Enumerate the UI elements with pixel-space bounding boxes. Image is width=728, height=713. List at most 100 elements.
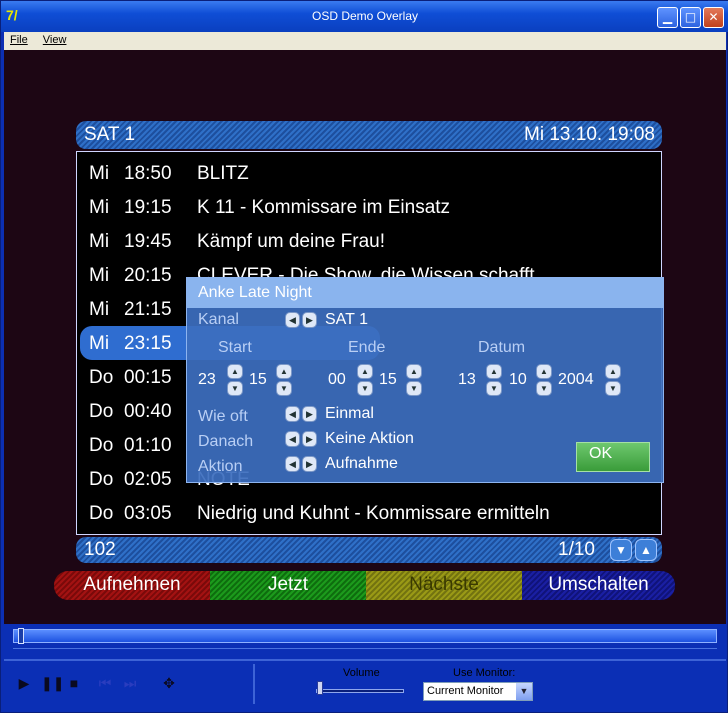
row-time: 23:15 — [124, 333, 172, 354]
left-arrow-icon[interactable]: ◀ — [285, 406, 300, 422]
play-icon[interactable]: ▶ — [15, 674, 33, 692]
monitor-value: Current Monitor — [427, 685, 504, 697]
row-title: Kämpf um deine Frau! — [197, 231, 385, 252]
minimize-button[interactable]: ▁ — [657, 7, 678, 28]
ende-hour-spinner[interactable]: ▲ ▼ — [357, 364, 373, 396]
page-down-icon[interactable]: ▼ — [610, 539, 632, 561]
start-minute: 15 — [249, 371, 267, 388]
row-time: 00:15 — [124, 367, 172, 388]
epg-footer: 102 1/10 ▼ ▲ — [76, 537, 662, 563]
pause-icon[interactable]: ❚❚ — [41, 674, 64, 692]
datum-year: 2004 — [558, 371, 594, 388]
previous-icon[interactable]: ⏮ — [96, 674, 114, 692]
down-arrow-icon[interactable]: ▼ — [605, 381, 621, 396]
menu-bar: File View — [4, 32, 726, 50]
up-arrow-icon[interactable]: ▲ — [227, 364, 243, 379]
right-arrow-icon[interactable]: ▶ — [302, 406, 317, 422]
dialog-title: Anke Late Night — [187, 278, 663, 308]
right-arrow-icon[interactable]: ▶ — [302, 456, 317, 472]
channel-name: SAT 1 — [84, 124, 136, 145]
up-arrow-icon[interactable]: ▲ — [605, 364, 621, 379]
menu-view[interactable]: View — [37, 32, 73, 46]
down-arrow-icon[interactable]: ▼ — [486, 381, 502, 396]
divider — [4, 659, 726, 661]
down-arrow-icon[interactable]: ▼ — [406, 381, 422, 396]
row-time: 21:15 — [124, 299, 172, 320]
wieoft-value: Einmal — [325, 405, 374, 422]
row-title: BLITZ — [197, 163, 249, 184]
wieoft-label: Wie oft — [198, 408, 248, 425]
up-arrow-icon[interactable]: ▲ — [276, 364, 292, 379]
datum-label: Datum — [478, 339, 526, 356]
close-button[interactable]: ✕ — [703, 7, 724, 28]
next-button[interactable]: Nächste — [366, 571, 522, 600]
up-arrow-icon[interactable]: ▲ — [486, 364, 502, 379]
right-arrow-icon[interactable]: ▶ — [302, 312, 317, 328]
channel-number: 102 — [84, 539, 116, 560]
switch-button[interactable]: Umschalten — [522, 571, 675, 600]
right-arrow-icon[interactable]: ▶ — [302, 431, 317, 447]
timer-dialog: Anke Late Night Kanal ◀ ▶ SAT 1 Start End… — [186, 277, 664, 483]
row-time: 00:40 — [124, 401, 172, 422]
up-arrow-icon[interactable]: ▲ — [536, 364, 552, 379]
ende-minute: 15 — [379, 371, 397, 388]
row-day: Do — [89, 435, 114, 456]
player-controls: ▶ ❚❚ ■ ⏮ ⏭ ✥ Volume Use Monitor: Current… — [4, 624, 726, 711]
wieoft-selector[interactable]: ◀ ▶ — [285, 406, 317, 422]
monitor-select[interactable]: Current Monitor ▼ — [423, 682, 533, 701]
datum-year-spinner[interactable]: ▲ ▼ — [605, 364, 621, 396]
danach-selector[interactable]: ◀ ▶ — [285, 431, 317, 447]
title-bar[interactable]: 7/ OSD Demo Overlay ▁ □ ✕ — [1, 1, 728, 32]
down-arrow-icon[interactable]: ▼ — [536, 381, 552, 396]
page-up-icon[interactable]: ▲ — [635, 539, 657, 561]
stop-icon[interactable]: ■ — [65, 674, 83, 692]
left-arrow-icon[interactable]: ◀ — [285, 431, 300, 447]
down-arrow-icon[interactable]: ▼ — [227, 381, 243, 396]
row-time: 19:15 — [124, 197, 172, 218]
volume-track[interactable] — [316, 689, 404, 693]
maximize-button[interactable]: □ — [680, 7, 701, 28]
ok-button[interactable]: OK — [576, 442, 650, 472]
seek-thumb[interactable] — [18, 628, 24, 644]
seek-bar[interactable] — [13, 628, 717, 644]
row-day: Mi — [89, 197, 110, 218]
pan-icon[interactable]: ✥ — [160, 674, 178, 692]
program-row[interactable]: Mi 19:45 Kämpf um deine Frau! — [77, 224, 661, 258]
danach-value: Keine Aktion — [325, 430, 414, 447]
down-arrow-icon[interactable]: ▼ — [357, 381, 373, 396]
window-title: OSD Demo Overlay — [311, 9, 419, 23]
kanal-selector[interactable]: ◀ ▶ — [285, 312, 317, 328]
page-indicator: 1/10 — [558, 539, 595, 560]
start-minute-spinner[interactable]: ▲ ▼ — [276, 364, 292, 396]
chevron-down-icon[interactable]: ▼ — [516, 683, 532, 700]
kanal-value: SAT 1 — [325, 311, 368, 328]
row-day: Mi — [89, 231, 110, 252]
aktion-selector[interactable]: ◀ ▶ — [285, 456, 317, 472]
down-arrow-icon[interactable]: ▼ — [276, 381, 292, 396]
row-title: K 11 - Kommissare im Einsatz — [197, 197, 451, 218]
next-icon[interactable]: ⏭ — [121, 674, 139, 692]
now-button[interactable]: Jetzt — [210, 571, 366, 600]
record-button[interactable]: Aufnehmen — [54, 571, 210, 600]
row-day: Do — [89, 401, 114, 422]
row-day: Mi — [89, 265, 110, 286]
datum-day-spinner[interactable]: ▲ ▼ — [486, 364, 502, 396]
left-arrow-icon[interactable]: ◀ — [285, 312, 300, 328]
monitor-label: Use Monitor: — [453, 667, 516, 679]
program-row[interactable]: Mi 19:15 K 11 - Kommissare im Einsatz — [77, 190, 661, 224]
volume-control: Volume — [316, 667, 406, 697]
program-row[interactable]: Mi 18:50 BLITZ — [77, 156, 661, 190]
datum-month-spinner[interactable]: ▲ ▼ — [536, 364, 552, 396]
up-arrow-icon[interactable]: ▲ — [406, 364, 422, 379]
left-arrow-icon[interactable]: ◀ — [285, 456, 300, 472]
kanal-label: Kanal — [198, 311, 239, 328]
menu-file[interactable]: File — [4, 32, 34, 46]
start-hour-spinner[interactable]: ▲ ▼ — [227, 364, 243, 396]
ende-minute-spinner[interactable]: ▲ ▼ — [406, 364, 422, 396]
volume-slider[interactable] — [317, 681, 323, 695]
aktion-label: Aktion — [198, 458, 243, 475]
divider — [253, 664, 255, 704]
up-arrow-icon[interactable]: ▲ — [357, 364, 373, 379]
program-row[interactable]: Do 03:05 Niedrig und Kuhnt - Kommissare er… — [77, 496, 661, 530]
row-day: Mi — [89, 163, 110, 184]
